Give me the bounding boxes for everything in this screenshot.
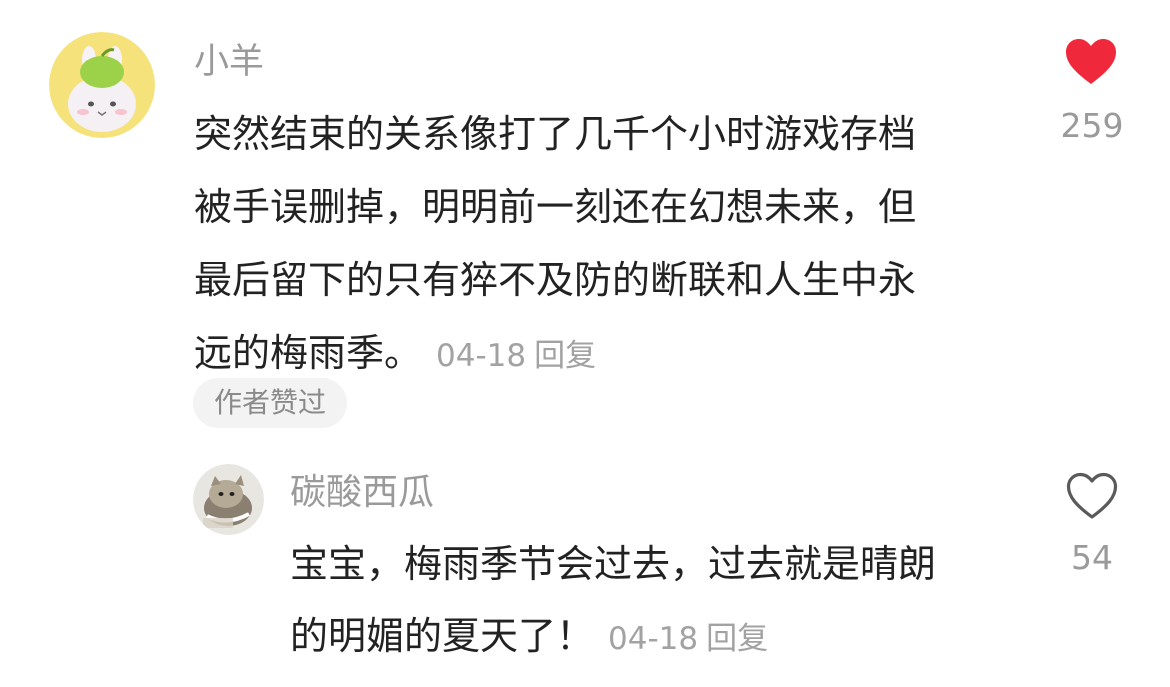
comment-text-line: 突然结束的关系像打了几千个小时游戏存档	[194, 112, 917, 156]
like-button[interactable]	[1065, 38, 1117, 86]
comment-date: 04-18	[436, 338, 527, 374]
reply-text-line: 的明媚的夏天了！ 04-18 回复	[290, 600, 936, 672]
bunny-avatar-icon	[49, 32, 155, 138]
comment-text-line: 最后留下的只有猝不及防的断联和人生中永	[194, 258, 917, 302]
heart-outline-icon	[1066, 472, 1118, 519]
user-avatar[interactable]	[193, 464, 264, 535]
reply-text: 宝宝，梅雨季节会过去，过去就是晴朗 的明媚的夏天了！ 04-18 回复	[290, 528, 936, 672]
comment-text-line-end: 远的梅雨季。	[194, 331, 423, 375]
author-liked-badge: 作者赞过	[193, 378, 347, 428]
user-avatar[interactable]	[49, 32, 155, 138]
comment-date: 04-18	[608, 621, 699, 657]
comment-text-line: 被手误删掉，明明前一刻还在幻想未来，但	[194, 185, 917, 229]
comment-text: 突然结束的关系像打了几千个小时游戏存档 被手误删掉，明明前一刻还在幻想未来，但 …	[194, 98, 916, 390]
reply-username[interactable]: 碳酸西瓜	[290, 468, 434, 518]
reply-button[interactable]: 回复	[706, 621, 768, 657]
cat-avatar-icon	[193, 464, 264, 535]
reply-button[interactable]: 回复	[534, 338, 596, 374]
reply-text-line: 宝宝，梅雨季节会过去，过去就是晴朗	[290, 542, 937, 586]
like-count: 259	[1060, 106, 1124, 145]
like-button[interactable]	[1066, 472, 1118, 520]
reply-text-line-end: 的明媚的夏天了！	[290, 614, 595, 658]
comment-username[interactable]: 小羊	[194, 38, 264, 86]
like-count: 54	[1071, 538, 1113, 577]
heart-filled-icon	[1066, 39, 1116, 84]
